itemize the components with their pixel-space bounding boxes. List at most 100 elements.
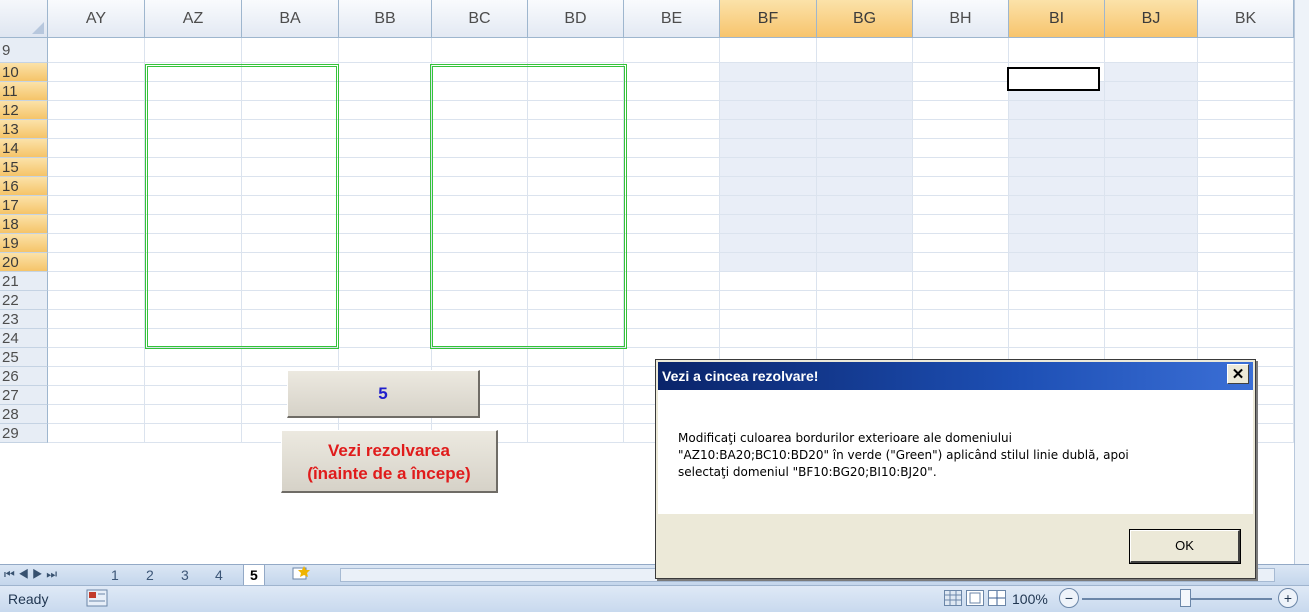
row-header-18[interactable]: 18 [0, 215, 48, 234]
column-header-bi[interactable]: BI [1009, 0, 1105, 38]
tab-navigation-arrows-icon[interactable]: ⏮ ◀ ▶ ⏭ [4, 567, 57, 582]
cell-bg18[interactable] [817, 215, 913, 234]
cell-ay19[interactable] [48, 234, 145, 253]
cell-bb25[interactable] [339, 348, 432, 367]
cell-bg15[interactable] [817, 158, 913, 177]
cell-bj14[interactable] [1105, 139, 1198, 158]
cell-bg17[interactable] [817, 196, 913, 215]
cell-bj12[interactable] [1105, 101, 1198, 120]
cell-ay26[interactable] [48, 367, 145, 386]
cell-be11[interactable] [624, 82, 720, 101]
cell-bb9[interactable] [339, 38, 432, 63]
cell-be10[interactable] [624, 63, 720, 82]
cell-bj20[interactable] [1105, 253, 1198, 272]
cell-bb14[interactable] [339, 139, 432, 158]
cell-ay21[interactable] [48, 272, 145, 291]
row-header-23[interactable]: 23 [0, 310, 48, 329]
cell-bd28[interactable] [528, 405, 624, 424]
cell-bk17[interactable] [1198, 196, 1294, 215]
cell-bh24[interactable] [913, 329, 1009, 348]
cell-az29[interactable] [145, 424, 242, 443]
column-header-ay[interactable]: AY [48, 0, 145, 38]
cell-bh17[interactable] [913, 196, 1009, 215]
row-header-9[interactable]: 9 [0, 38, 48, 63]
column-header-bh[interactable]: BH [913, 0, 1009, 38]
cell-ay10[interactable] [48, 63, 145, 82]
page-layout-view-icon[interactable] [966, 590, 984, 609]
row-header-15[interactable]: 15 [0, 158, 48, 177]
active-cell-bi10[interactable] [1007, 67, 1100, 91]
cell-bf16[interactable] [720, 177, 817, 196]
cell-bc25[interactable] [432, 348, 528, 367]
cell-ay14[interactable] [48, 139, 145, 158]
sheet-tab-5[interactable]: 5 [243, 565, 265, 585]
normal-view-icon[interactable] [944, 590, 962, 609]
cell-bd26[interactable] [528, 367, 624, 386]
row-header-22[interactable]: 22 [0, 291, 48, 310]
cell-ay20[interactable] [48, 253, 145, 272]
zoom-slider-handle[interactable] [1180, 589, 1191, 607]
insert-sheet-icon[interactable] [285, 565, 317, 585]
cell-bg9[interactable] [817, 38, 913, 63]
cell-bg12[interactable] [817, 101, 913, 120]
cell-ay9[interactable] [48, 38, 145, 63]
cell-bi19[interactable] [1009, 234, 1105, 253]
cell-ba9[interactable] [242, 38, 339, 63]
cell-bg20[interactable] [817, 253, 913, 272]
cell-bb20[interactable] [339, 253, 432, 272]
row-header-13[interactable]: 13 [0, 120, 48, 139]
cell-bj24[interactable] [1105, 329, 1198, 348]
cell-ay17[interactable] [48, 196, 145, 215]
row-header-11[interactable]: 11 [0, 82, 48, 101]
cell-bj22[interactable] [1105, 291, 1198, 310]
cell-ay16[interactable] [48, 177, 145, 196]
cell-bf21[interactable] [720, 272, 817, 291]
see-solution-button[interactable]: Vezi rezolvarea (înainte de a începe) [281, 430, 498, 493]
zoom-in-button[interactable]: + [1278, 588, 1298, 608]
cell-bh23[interactable] [913, 310, 1009, 329]
cell-bk13[interactable] [1198, 120, 1294, 139]
cell-bb15[interactable] [339, 158, 432, 177]
column-header-bj[interactable]: BJ [1105, 0, 1198, 38]
row-header-27[interactable]: 27 [0, 386, 48, 405]
cell-bg23[interactable] [817, 310, 913, 329]
ok-button[interactable]: OK [1129, 529, 1241, 564]
cell-be15[interactable] [624, 158, 720, 177]
cell-bb16[interactable] [339, 177, 432, 196]
sheet-tab-3[interactable]: 3 [175, 565, 195, 585]
cell-az9[interactable] [145, 38, 242, 63]
cell-bi15[interactable] [1009, 158, 1105, 177]
cell-bb10[interactable] [339, 63, 432, 82]
cell-bk21[interactable] [1198, 272, 1294, 291]
cell-bi20[interactable] [1009, 253, 1105, 272]
page-break-view-icon[interactable] [988, 590, 1006, 609]
cell-bi24[interactable] [1009, 329, 1105, 348]
cell-bh21[interactable] [913, 272, 1009, 291]
cell-bi17[interactable] [1009, 196, 1105, 215]
row-header-19[interactable]: 19 [0, 234, 48, 253]
cell-bi21[interactable] [1009, 272, 1105, 291]
cell-bb18[interactable] [339, 215, 432, 234]
cell-bj18[interactable] [1105, 215, 1198, 234]
cell-be18[interactable] [624, 215, 720, 234]
cell-bd25[interactable] [528, 348, 624, 367]
cell-bg24[interactable] [817, 329, 913, 348]
row-header-24[interactable]: 24 [0, 329, 48, 348]
vertical-scrollbar[interactable] [1294, 0, 1309, 564]
cell-be23[interactable] [624, 310, 720, 329]
cell-bk15[interactable] [1198, 158, 1294, 177]
cell-bf12[interactable] [720, 101, 817, 120]
cell-bf19[interactable] [720, 234, 817, 253]
cell-bj17[interactable] [1105, 196, 1198, 215]
cell-bf18[interactable] [720, 215, 817, 234]
close-icon[interactable]: ✕ [1227, 364, 1249, 384]
cell-ay28[interactable] [48, 405, 145, 424]
number-five-button[interactable]: 5 [287, 370, 480, 418]
cell-bj19[interactable] [1105, 234, 1198, 253]
cell-bj13[interactable] [1105, 120, 1198, 139]
select-all-corner[interactable] [0, 0, 48, 38]
cell-ay22[interactable] [48, 291, 145, 310]
cell-be17[interactable] [624, 196, 720, 215]
column-header-bg[interactable]: BG [817, 0, 913, 38]
cell-be16[interactable] [624, 177, 720, 196]
